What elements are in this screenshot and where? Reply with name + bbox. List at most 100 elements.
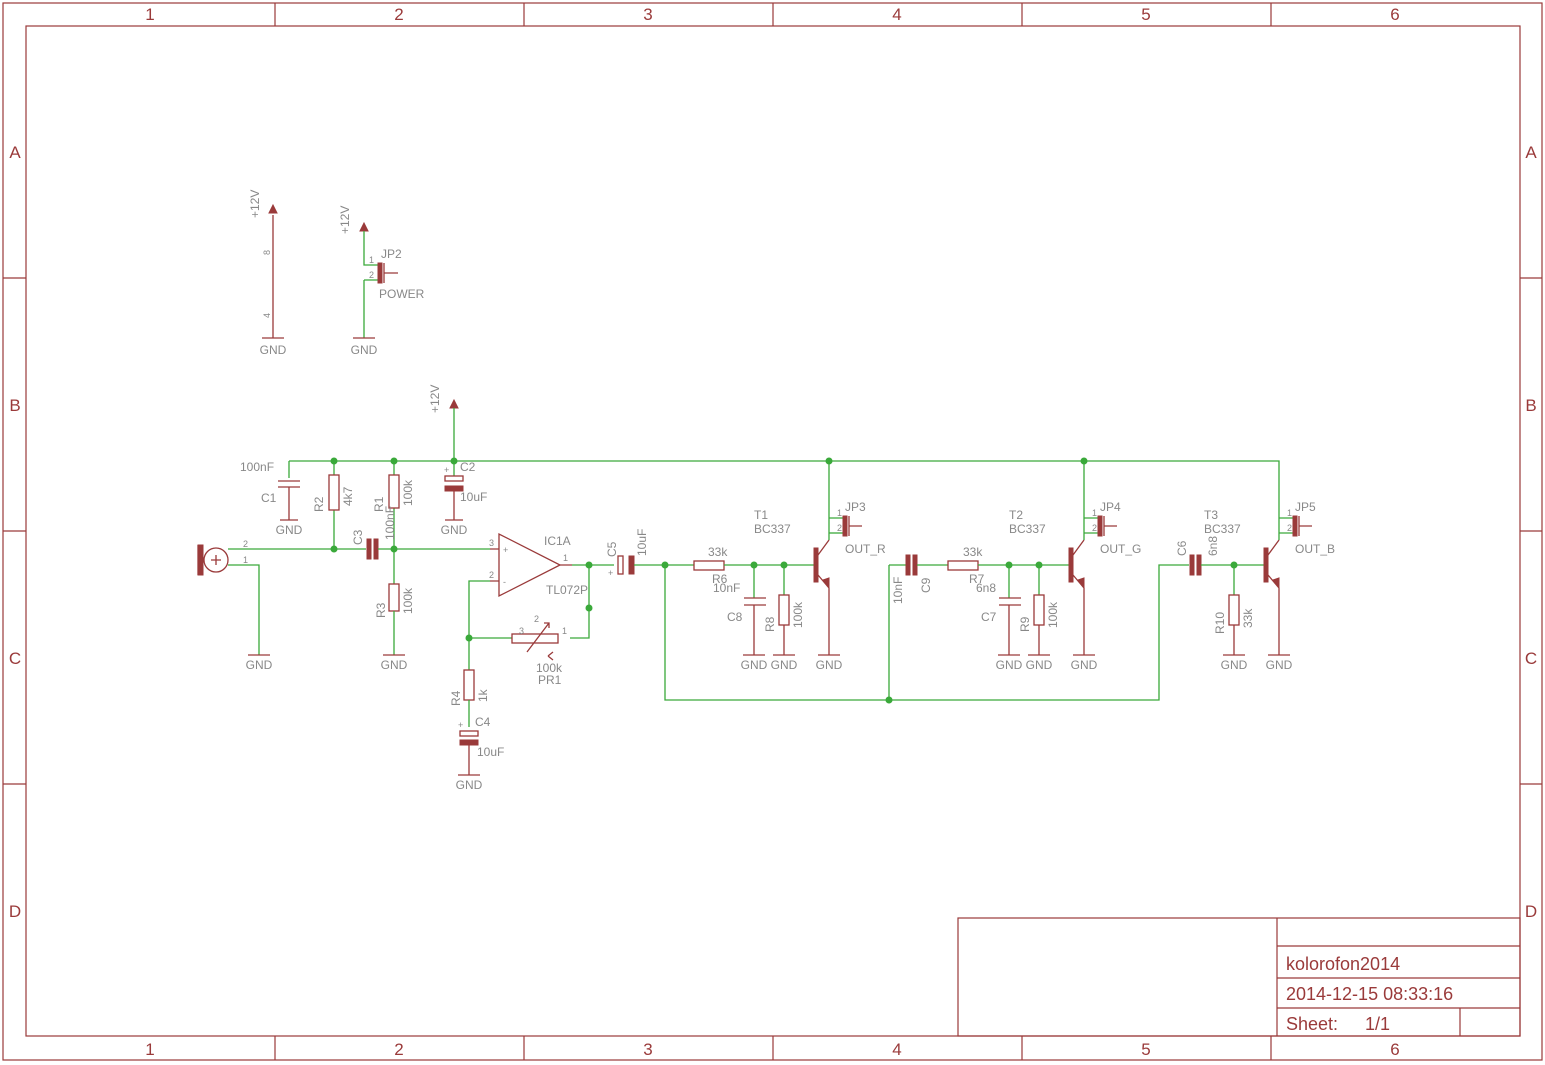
ic-supply-label: +12V <box>248 190 262 218</box>
row-label-d: D <box>9 902 21 921</box>
capacitor-c2: + C2 10uF GND <box>441 460 488 537</box>
c4-value: 10uF <box>477 745 504 759</box>
title-sheet-value: 1/1 <box>1365 1014 1390 1034</box>
col-label-5-bottom: 5 <box>1141 1040 1150 1059</box>
jp2-pin-2: 2 <box>369 270 374 280</box>
title-sheet-label: Sheet: <box>1286 1014 1338 1034</box>
resistor-r3: R3 100k GND <box>374 583 415 672</box>
ic-pin-8: 8 <box>262 250 272 255</box>
opamp-plus: + <box>503 545 508 555</box>
row-label-a-right: A <box>1525 143 1537 162</box>
gnd-t3: GND <box>1266 658 1293 672</box>
ic1-label: IC1A <box>544 534 571 548</box>
row-label-b: B <box>9 396 20 415</box>
gnd-t2: GND <box>1071 658 1098 672</box>
t3-label: T3 <box>1204 508 1218 522</box>
r8-label: R8 <box>763 616 777 632</box>
schematic-sheet: 1 2 3 4 5 6 1 2 3 4 5 6 A B C D A B C D … <box>2 2 1543 1061</box>
mic-pin-1: 1 <box>243 555 248 565</box>
jp3-label: JP3 <box>845 500 866 514</box>
c5-value: 10uF <box>635 529 649 556</box>
mic-pin-2: 2 <box>243 539 248 549</box>
title-date: 2014-12-15 08:33:16 <box>1286 984 1453 1004</box>
opamp-pin-1: 1 <box>563 553 568 563</box>
jp3-value: OUT_R <box>845 542 886 556</box>
col-label-4-bottom: 4 <box>892 1040 901 1059</box>
r8-value: 100k <box>791 601 805 628</box>
c1-label: C1 <box>261 491 277 505</box>
transistor-t2: T2 BC337 GND <box>1009 461 1098 672</box>
capacitor-c1: 100nF C1 GND <box>240 460 303 537</box>
row-label-c-right: C <box>1525 649 1537 668</box>
c6-label: C6 <box>1175 540 1189 556</box>
col-label-6-bottom: 6 <box>1390 1040 1399 1059</box>
r3-value: 100k <box>401 587 415 614</box>
c9-value: 10nF <box>891 577 905 604</box>
jp4-value: OUT_G <box>1100 542 1141 556</box>
r6-value: 33k <box>708 545 728 559</box>
row-label-c: C <box>9 649 21 668</box>
c8-label: C8 <box>727 610 743 624</box>
c7-label: C7 <box>981 610 997 624</box>
gnd-t1: GND <box>816 658 843 672</box>
r2-value: 4k7 <box>341 486 355 506</box>
supply-rail: +12V <box>288 385 1280 518</box>
pr1-label: PR1 <box>538 673 562 687</box>
jp5-value: OUT_B <box>1295 542 1335 556</box>
c3-label: C3 <box>351 529 365 545</box>
transistor-t3: T3 BC337 GND <box>1204 508 1293 672</box>
capacitor-c9: 10nF C9 <box>891 554 948 604</box>
resistor-r8: R8 100k GND <box>763 565 805 672</box>
col-label-1-bottom: 1 <box>145 1040 154 1059</box>
capacitor-c7: 6n8 C7 GND <box>976 565 1023 672</box>
r4-value: 1k <box>476 688 490 702</box>
gnd-r9: GND <box>1026 658 1053 672</box>
jp5-label: JP5 <box>1295 500 1316 514</box>
t3-value: BC337 <box>1204 522 1241 536</box>
jp2-value: POWER <box>379 287 425 301</box>
opamp-pin-3: 3 <box>489 538 494 548</box>
c5-label: C5 <box>605 541 619 557</box>
jp2-pin-1: 1 <box>369 255 374 265</box>
jp4-out-g: JP4 OUT_G 1 2 <box>1092 500 1141 556</box>
row-labels-right: A B C D <box>1525 143 1537 921</box>
gnd-ic-power: GND <box>260 343 287 357</box>
capacitor-c5: + C5 10uF <box>605 529 694 578</box>
c7-value: 6n8 <box>976 581 996 595</box>
c2-value: 10uF <box>460 490 487 504</box>
row-label-b-right: B <box>1525 396 1536 415</box>
jp4-pin-1: 1 <box>1092 508 1097 518</box>
ic-power-pins: +12V 8 4 GND <box>248 190 287 357</box>
c4-plus: + <box>458 720 463 730</box>
row-labels-left: A B C D <box>9 143 21 921</box>
r3-label: R3 <box>374 602 388 618</box>
t1-label: T1 <box>754 508 768 522</box>
ic1-value: TL072P <box>546 583 588 597</box>
c8-value: 10nF <box>713 581 740 595</box>
r1-value: 100k <box>401 479 415 506</box>
c1-value: 100nF <box>240 460 274 474</box>
supply-arrow-icon <box>449 398 459 409</box>
col-label-1: 1 <box>145 5 154 24</box>
jp5-out-b: JP5 OUT_B 1 2 <box>1287 500 1335 556</box>
jp3-pin-1: 1 <box>837 508 842 518</box>
r2-label: R2 <box>312 496 326 512</box>
opamp-pin-2: 2 <box>489 570 494 580</box>
gnd-r8: GND <box>771 658 798 672</box>
opamp-minus: - <box>503 577 506 587</box>
jp2-power-connector: +12V JP2 POWER 1 2 GND <box>338 206 425 357</box>
gnd-c8: GND <box>741 658 768 672</box>
rail-supply-label: +12V <box>428 385 442 413</box>
r7-value: 33k <box>963 545 983 559</box>
c5-plus: + <box>608 568 613 578</box>
jp4-label: JP4 <box>1100 500 1121 514</box>
gnd-r10: GND <box>1221 658 1248 672</box>
supply-arrow-icon <box>268 203 278 214</box>
t2-label: T2 <box>1009 508 1023 522</box>
capacitor-c8: 10nF C8 GND <box>713 565 768 672</box>
pr1-pin-3: 3 <box>519 626 524 636</box>
supply-arrow-icon <box>359 221 369 232</box>
gnd-r3: GND <box>381 658 408 672</box>
transistor-t1: T1 BC337 GND <box>754 461 843 672</box>
r10-label: R10 <box>1213 612 1227 634</box>
